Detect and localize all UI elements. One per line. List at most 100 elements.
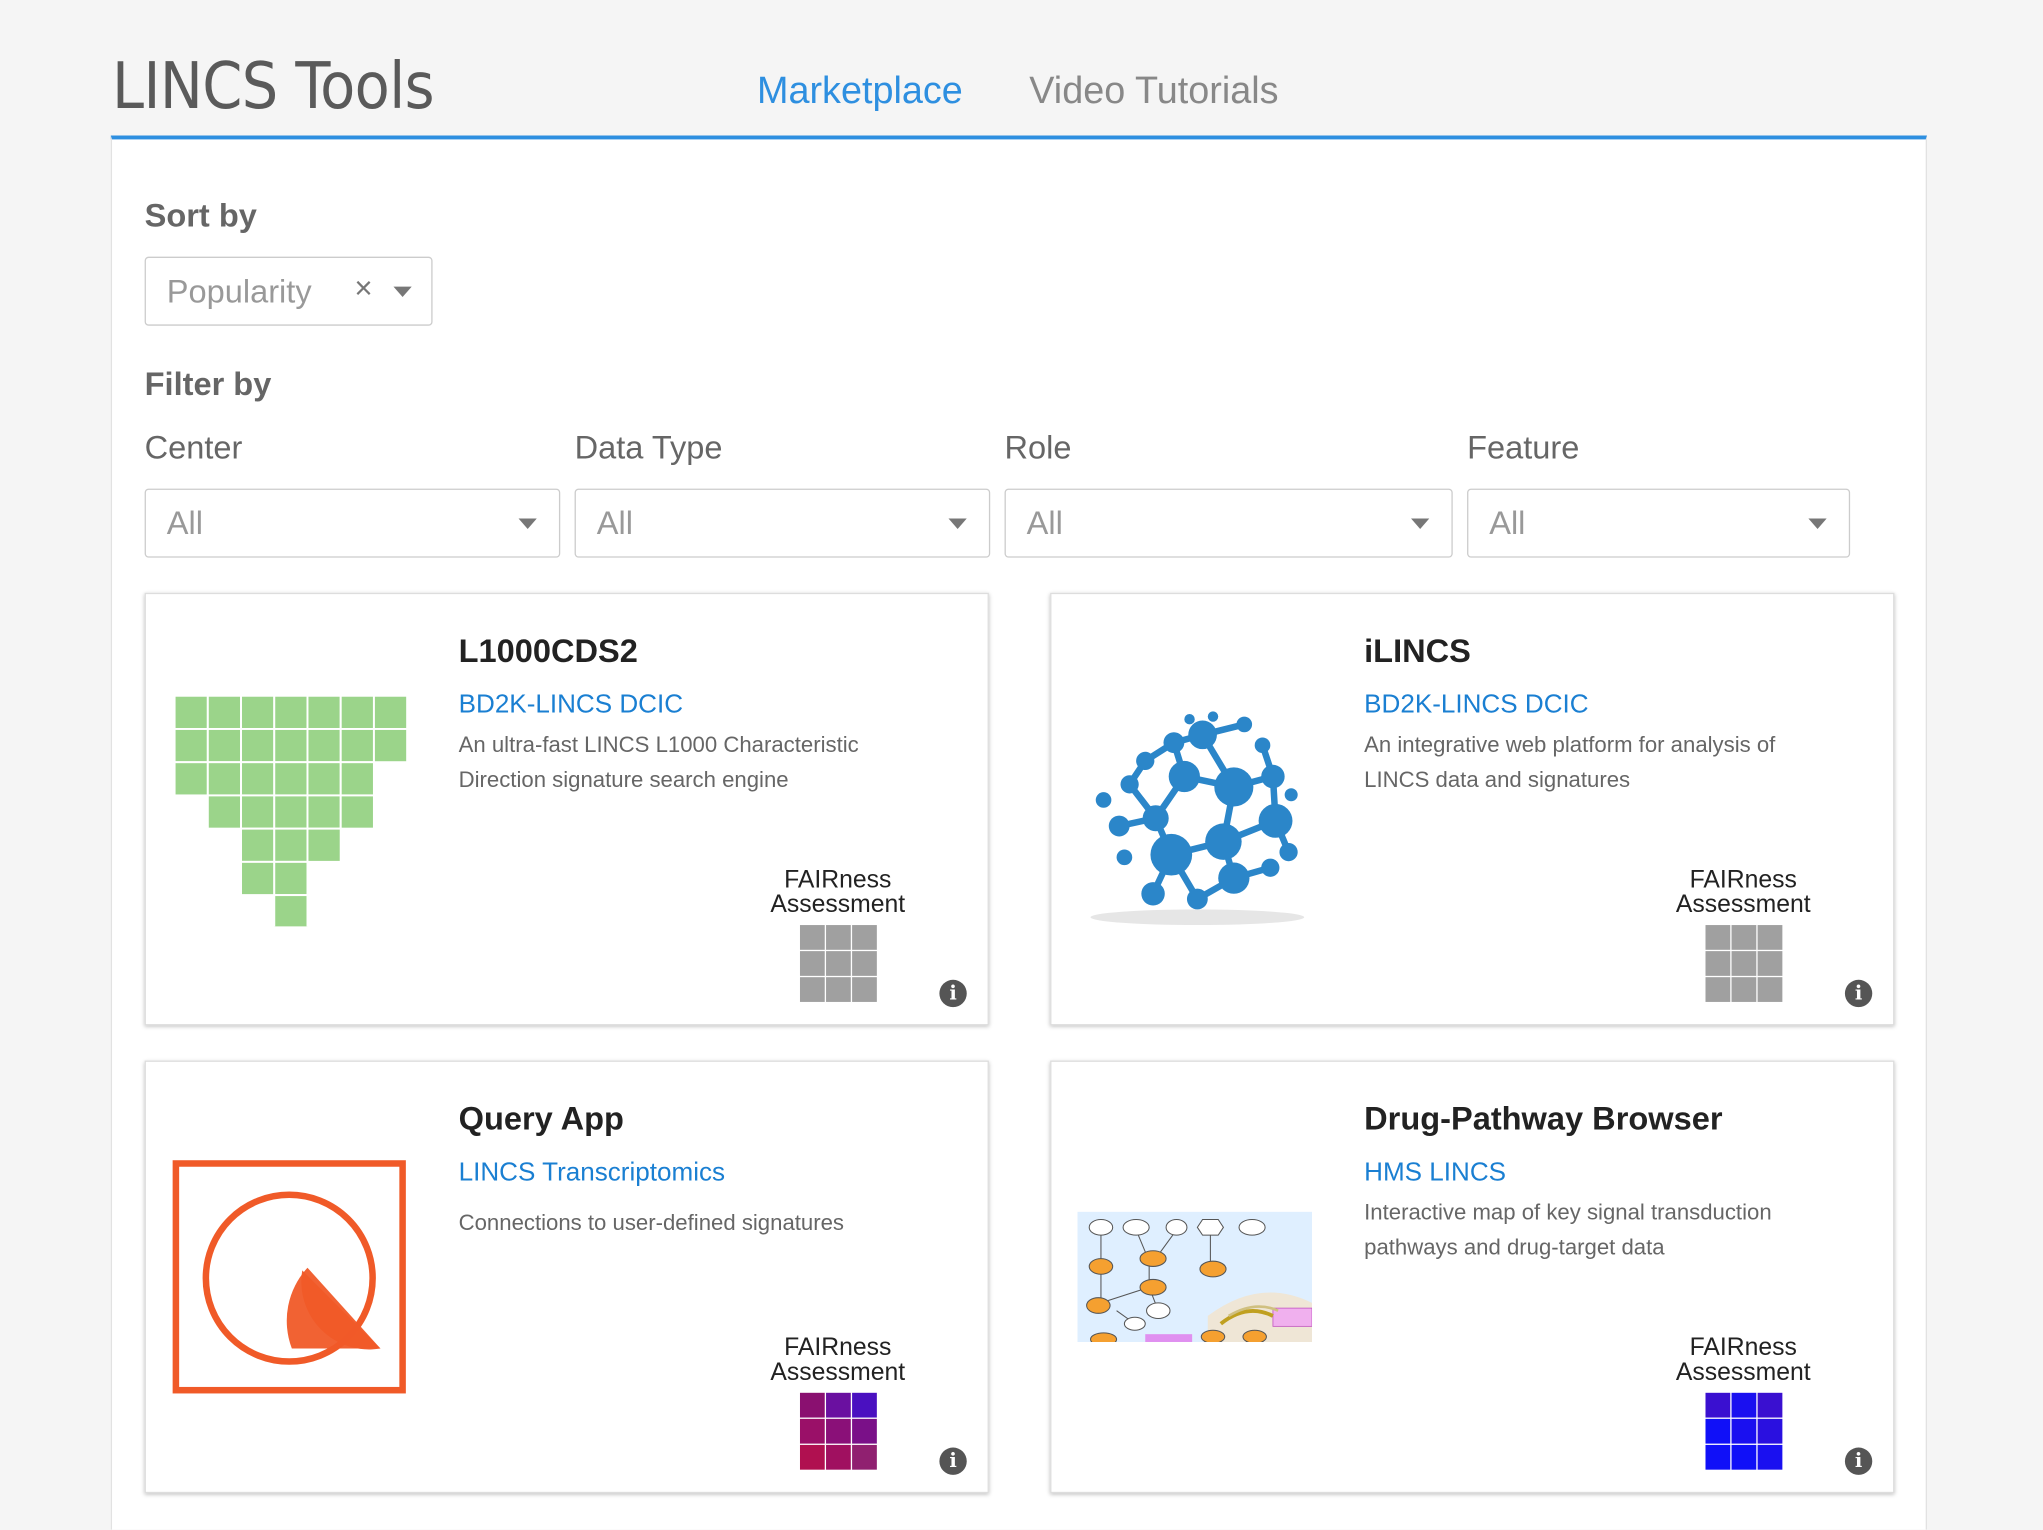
fairness-cell[interactable] — [825, 1392, 851, 1418]
fairness-assessment[interactable]: FAIRness Assessment — [758, 1334, 917, 1470]
sort-select[interactable]: Popularity × — [144, 256, 433, 326]
fairness-label: FAIRness Assessment — [770, 866, 906, 919]
filter-feature-label: Feature — [1467, 429, 1580, 467]
fairness-cell[interactable] — [851, 1418, 877, 1444]
tool-title[interactable]: iLINCS — [1364, 633, 1471, 671]
filter-role-select[interactable]: All — [1004, 488, 1453, 558]
tools-panel: Sort by Popularity × Filter by Center Da… — [110, 135, 1927, 1530]
tool-description: An ultra-fast LINCS L1000 Characteristic… — [458, 732, 859, 793]
filter-role-label: Role — [1004, 429, 1072, 467]
fairness-cell[interactable] — [799, 925, 825, 950]
query-app-logo — [172, 1153, 407, 1394]
info-icon[interactable]: i — [939, 979, 967, 1008]
page-root: LINCS Tools Marketplace Video Tutorials … — [0, 0, 2043, 1530]
fairness-cell[interactable] — [1730, 1444, 1756, 1470]
fairness-cell[interactable] — [799, 951, 825, 976]
fairness-cell[interactable] — [1704, 925, 1730, 950]
tool-card-ilincs[interactable]: iLINCS BD2K-LINCS DCIC An integrative we… — [1050, 592, 1895, 1026]
chevron-down-icon[interactable] — [393, 286, 412, 298]
fairness-cell[interactable] — [1756, 1444, 1782, 1470]
fairness-label: FAIRness Assessment — [1675, 866, 1811, 919]
fairness-grid[interactable] — [1704, 1392, 1782, 1470]
fairness-cell[interactable] — [1730, 1392, 1756, 1418]
chevron-down-icon[interactable] — [518, 518, 537, 529]
fairness-cell[interactable] — [825, 1444, 851, 1470]
ilincs-network-logo — [1077, 685, 1312, 926]
fairness-assessment[interactable]: FAIRness Assessment — [758, 868, 917, 1002]
tool-center-link[interactable]: BD2K-LINCS DCIC — [1364, 691, 1588, 721]
tool-card-drug-pathway-browser[interactable]: Drug-Pathway Browser HMS LINCS Interacti… — [1050, 1060, 1895, 1494]
fairness-cell[interactable] — [851, 1444, 877, 1470]
fairness-assessment[interactable]: FAIRness Assessment — [1664, 868, 1823, 1002]
fairness-cell[interactable] — [851, 1392, 877, 1418]
fairness-cell[interactable] — [825, 951, 851, 976]
fairness-cell[interactable] — [1704, 951, 1730, 976]
filter-by-label: Filter by — [144, 366, 272, 403]
chevron-down-icon[interactable] — [1808, 518, 1827, 529]
sort-by-label: Sort by — [144, 198, 257, 235]
fairness-cell[interactable] — [825, 1418, 851, 1444]
tool-title[interactable]: Query App — [459, 1101, 624, 1139]
tab-marketplace[interactable]: Marketplace — [757, 70, 963, 113]
info-icon[interactable]: i — [1844, 979, 1873, 1008]
fairness-cell[interactable] — [1730, 977, 1756, 1002]
fairness-cell[interactable] — [825, 977, 851, 1002]
fairness-cell[interactable] — [851, 925, 877, 950]
fairness-grid[interactable] — [1704, 925, 1782, 1002]
tool-description: Interactive map of key signal transducti… — [1364, 1199, 1772, 1260]
chevron-down-icon[interactable] — [1411, 518, 1430, 529]
filter-datatype-value: All — [596, 505, 633, 543]
info-icon[interactable]: i — [1844, 1447, 1873, 1475]
fairness-cell[interactable] — [1756, 1392, 1782, 1418]
pathway-diagram-graphic — [1077, 1211, 1313, 1347]
fairness-cell[interactable] — [1704, 1392, 1730, 1418]
fairness-cell[interactable] — [799, 1392, 825, 1418]
fairness-cell[interactable] — [1756, 977, 1782, 1002]
tool-center-link[interactable]: LINCS Transcriptomics — [459, 1158, 725, 1188]
tool-title[interactable]: L1000CDS2 — [459, 633, 638, 671]
tool-card-l1000cds2[interactable]: L1000CDS2 BD2K-LINCS DCIC An ultra-fast … — [144, 592, 989, 1026]
fairness-cell[interactable] — [1704, 1418, 1730, 1444]
site-title: LINCS Tools — [112, 49, 434, 124]
fairness-assessment[interactable]: FAIRness Assessment — [1664, 1334, 1823, 1470]
fairness-cell[interactable] — [799, 1418, 825, 1444]
fairness-cell[interactable] — [1756, 951, 1782, 976]
ilincs-logo-graphic — [1090, 711, 1305, 926]
filter-feature-value: All — [1489, 505, 1526, 543]
fairness-cell[interactable] — [799, 977, 825, 1002]
pathway-diagram-thumbnail — [1077, 1211, 1313, 1347]
filter-center-value: All — [166, 505, 203, 543]
chevron-down-icon[interactable] — [948, 518, 967, 529]
sort-select-value: Popularity — [166, 273, 312, 311]
fairness-cell[interactable] — [851, 951, 877, 976]
fairness-label: FAIRness Assessment — [1675, 1334, 1811, 1387]
fairness-cell[interactable] — [1730, 1418, 1756, 1444]
tool-title[interactable]: Drug-Pathway Browser — [1364, 1101, 1722, 1139]
query-app-logo-graphic — [172, 1160, 406, 1394]
fairness-cell[interactable] — [825, 925, 851, 950]
fairness-cell[interactable] — [1756, 1418, 1782, 1444]
clear-icon[interactable]: × — [354, 271, 372, 307]
fairness-cell[interactable] — [1704, 977, 1730, 1002]
tool-center-link[interactable]: BD2K-LINCS DCIC — [459, 691, 683, 721]
filter-datatype-select[interactable]: All — [574, 488, 991, 558]
fairness-cell[interactable] — [1756, 925, 1782, 950]
l1000cds2-logo — [172, 685, 409, 930]
filter-datatype-label: Data Type — [574, 429, 723, 467]
fairness-cell[interactable] — [851, 977, 877, 1002]
fairness-grid[interactable] — [799, 925, 877, 1002]
tool-description: An integrative web platform for analysis… — [1364, 732, 1776, 793]
fairness-cell[interactable] — [1730, 951, 1756, 976]
filter-center-select[interactable]: All — [144, 488, 561, 558]
filter-feature-select[interactable]: All — [1467, 488, 1851, 558]
tab-video-tutorials[interactable]: Video Tutorials — [1029, 70, 1278, 113]
fairness-cell[interactable] — [799, 1444, 825, 1470]
fairness-cell[interactable] — [1730, 925, 1756, 950]
fairness-label: FAIRness Assessment — [770, 1334, 906, 1387]
info-icon[interactable]: i — [939, 1447, 967, 1475]
tool-center-link[interactable]: HMS LINCS — [1364, 1158, 1506, 1188]
tool-card-query-app[interactable]: Query App LINCS Transcriptomics Connecti… — [144, 1060, 989, 1494]
fairness-grid[interactable] — [799, 1392, 877, 1470]
tool-description: Connections to user-defined signatures — [458, 1210, 845, 1236]
fairness-cell[interactable] — [1704, 1444, 1730, 1470]
